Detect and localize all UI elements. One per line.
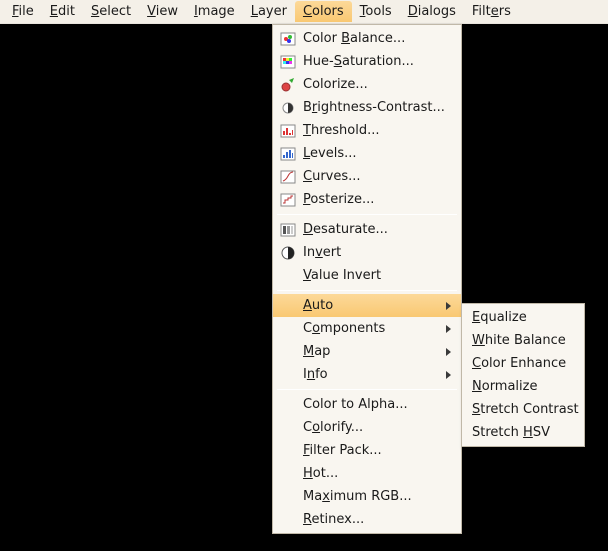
menu-item-label: White Balance (472, 333, 574, 348)
menu-item-curves[interactable]: Curves... (273, 165, 461, 188)
auto-submenu: Equalize White Balance Color Enhance Normal… (461, 303, 585, 447)
menu-item-label: Info (303, 367, 446, 382)
menu-item-label: Colorify... (303, 420, 451, 435)
submenu-arrow-icon (446, 371, 451, 379)
menubar-item-view[interactable]: View (139, 1, 186, 22)
bright-contrast-icon (279, 99, 297, 117)
menu-item-color-balance[interactable]: Color Balance... (273, 27, 461, 50)
menu-item-auto[interactable]: Auto (273, 294, 461, 317)
menu-item-label: Color Enhance (472, 356, 574, 371)
submenu-arrow-icon (446, 325, 451, 333)
hue-sat-icon (279, 53, 297, 71)
menu-item-label: Stretch Contrast (472, 402, 579, 417)
menubar-item-colors[interactable]: Colors (295, 1, 352, 22)
menu-item-color-to-alpha[interactable]: Color to Alpha... (273, 393, 461, 416)
menu-item-hue-saturation[interactable]: Hue-Saturation... (273, 50, 461, 73)
menu-item-levels[interactable]: Levels... (273, 142, 461, 165)
menu-item-components[interactable]: Components (273, 317, 461, 340)
menu-item-label: Equalize (472, 310, 574, 325)
menubar-item-filters[interactable]: Filters (464, 1, 519, 22)
menu-item-label: Invert (303, 245, 451, 260)
menu-item-map[interactable]: Map (273, 340, 461, 363)
menu-item-colorize[interactable]: Colorize... (273, 73, 461, 96)
menu-item-stretch-contrast[interactable]: Stretch Contrast (462, 398, 584, 421)
menubar-item-tools[interactable]: Tools (352, 1, 400, 22)
submenu-arrow-icon (446, 348, 451, 356)
menu-separator (277, 214, 457, 215)
menu-item-hot[interactable]: Hot... (273, 462, 461, 485)
curves-icon (279, 168, 297, 186)
menu-item-threshold[interactable]: Threshold... (273, 119, 461, 142)
menu-item-label: Threshold... (303, 123, 451, 138)
menu-item-label: Retinex... (303, 512, 451, 527)
menu-separator (277, 389, 457, 390)
menu-item-label: Map (303, 344, 446, 359)
menubar-item-image[interactable]: Image (186, 1, 243, 22)
menu-item-brightness-contrast[interactable]: Brightness-Contrast... (273, 96, 461, 119)
menu-item-color-enhance[interactable]: Color Enhance (462, 352, 584, 375)
menu-item-invert[interactable]: Invert (273, 241, 461, 264)
colorize-icon (279, 76, 297, 94)
menu-item-label: Components (303, 321, 446, 336)
menu-item-maximum-rgb[interactable]: Maximum RGB... (273, 485, 461, 508)
threshold-icon (279, 122, 297, 140)
menu-item-retinex[interactable]: Retinex... (273, 508, 461, 531)
menu-item-label: Stretch HSV (472, 425, 574, 440)
menu-separator (277, 290, 457, 291)
menu-item-label: Color Balance... (303, 31, 451, 46)
menubar-item-edit[interactable]: Edit (42, 1, 83, 22)
menu-item-normalize[interactable]: Normalize (462, 375, 584, 398)
menu-item-label: Normalize (472, 379, 574, 394)
menu-item-label: Posterize... (303, 192, 451, 207)
menu-item-label: Levels... (303, 146, 451, 161)
menu-item-stretch-hsv[interactable]: Stretch HSV (462, 421, 584, 444)
levels-icon (279, 145, 297, 163)
menu-item-equalize[interactable]: Equalize (462, 306, 584, 329)
invert-icon (279, 244, 297, 262)
menu-item-label: Color to Alpha... (303, 397, 451, 412)
menu-item-value-invert[interactable]: Value Invert (273, 264, 461, 287)
menu-item-desaturate[interactable]: Desaturate... (273, 218, 461, 241)
menu-item-label: Value Invert (303, 268, 451, 283)
menu-item-label: Desaturate... (303, 222, 451, 237)
menu-item-info[interactable]: Info (273, 363, 461, 386)
menu-item-label: Colorize... (303, 77, 451, 92)
menubar-item-file[interactable]: File (4, 1, 42, 22)
menubar: FileEditSelectViewImageLayerColorsToolsD… (0, 0, 608, 24)
menu-item-label: Auto (303, 298, 446, 313)
desaturate-icon (279, 221, 297, 239)
submenu-arrow-icon (446, 302, 451, 310)
menu-item-posterize[interactable]: Posterize... (273, 188, 461, 211)
menu-item-label: Brightness-Contrast... (303, 100, 451, 115)
menubar-item-dialogs[interactable]: Dialogs (400, 1, 464, 22)
menubar-item-select[interactable]: Select (83, 1, 139, 22)
menu-item-filter-pack[interactable]: Filter Pack... (273, 439, 461, 462)
posterize-icon (279, 191, 297, 209)
colors-dropdown: Color Balance... Hue-Saturation... Coloriz… (272, 24, 462, 534)
menu-item-label: Filter Pack... (303, 443, 451, 458)
menu-item-label: Hot... (303, 466, 451, 481)
menu-item-white-balance[interactable]: White Balance (462, 329, 584, 352)
menu-item-colorify[interactable]: Colorify... (273, 416, 461, 439)
color-balance-icon (279, 30, 297, 48)
menu-item-label: Curves... (303, 169, 451, 184)
menu-item-label: Maximum RGB... (303, 489, 451, 504)
menu-item-label: Hue-Saturation... (303, 54, 451, 69)
menubar-item-layer[interactable]: Layer (243, 1, 295, 22)
